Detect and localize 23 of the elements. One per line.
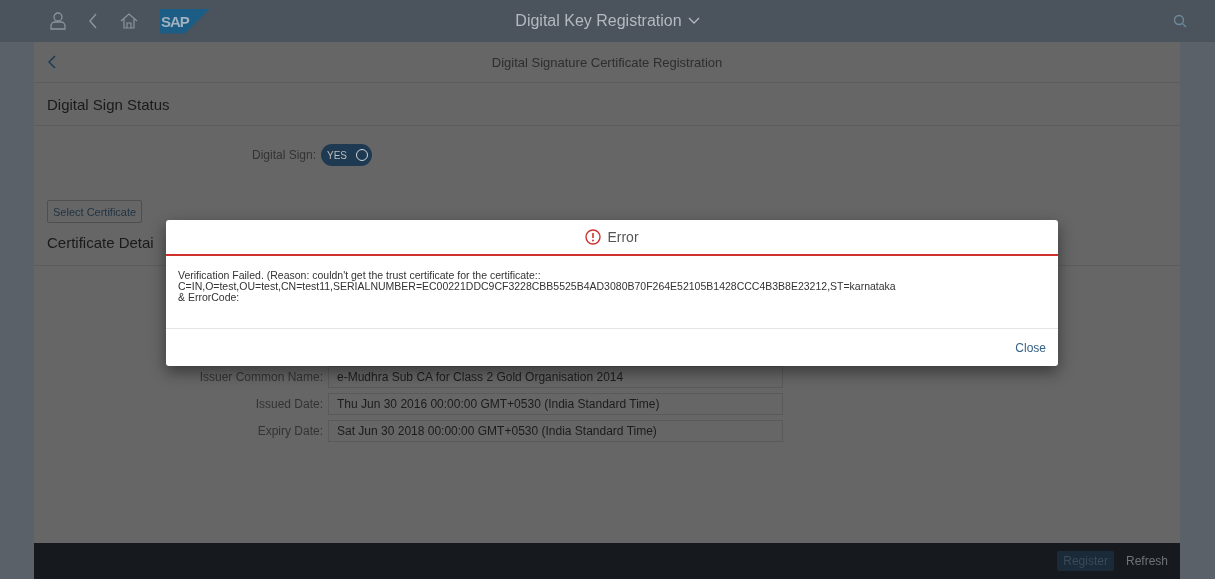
back-icon[interactable] (48, 55, 56, 69)
section-title: Certificate Detai (47, 234, 154, 251)
error-message: & ErrorCode: (178, 292, 240, 303)
back-icon[interactable] (88, 13, 98, 29)
error-message: Verification Failed. (Reason: couldn't get the trust certificate for the certificate:: (178, 270, 541, 281)
toggle-switch[interactable]: YES (321, 144, 373, 166)
logo[interactable]: SAP (160, 8, 210, 34)
chevron-down-icon[interactable] (687, 17, 700, 25)
error-icon (585, 229, 602, 245)
input-field[interactable]: e-Mudhra Sub CA for Class 2 Gold Organisation 2014 (328, 366, 783, 388)
app-title[interactable]: Digital Key Registration (515, 12, 700, 30)
search-icon[interactable] (1173, 14, 1187, 28)
home-icon[interactable] (120, 13, 138, 29)
section-title: Digital Sign Status (47, 95, 170, 113)
close-button[interactable]: Close (1009, 339, 1052, 356)
error-message: C=IN,O=test,OU=test,CN=test11,SERIALNUMBER=EC00221DDC9CF3228CBB5525B4AD3080B70F264E52105B1428CCC4B3B8E23212,ST=karnataka (178, 281, 897, 292)
select-certificate-button[interactable]: Select Certificate (47, 200, 143, 223)
input-field[interactable]: Sat Jun 30 2018 00:00:00 GMT+0530 (India Standard Time) (328, 420, 783, 442)
input-field[interactable]: Thu Jun 30 2016 00:00:00 GMT+0530 (India Standard Time) (328, 393, 783, 415)
page-title: Digital Signature Certificate Registration (491, 54, 723, 70)
footer-button[interactable]: Refresh (1119, 551, 1174, 571)
user-icon[interactable] (50, 12, 66, 30)
dialog-title: Error (607, 229, 639, 245)
